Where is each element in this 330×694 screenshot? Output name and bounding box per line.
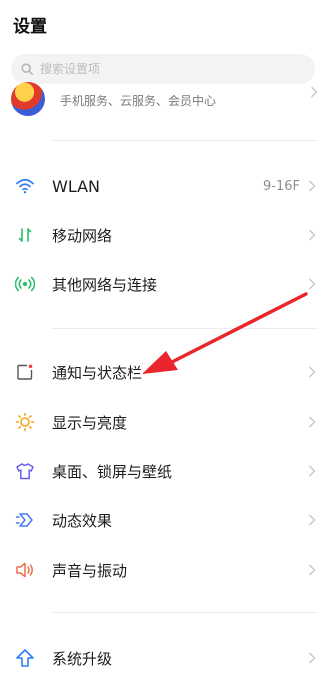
settings-item-label: 声音与振动 bbox=[52, 561, 128, 580]
sound-icon bbox=[14, 559, 36, 581]
search-icon bbox=[21, 63, 34, 76]
settings-item-label: 通知与状态栏 bbox=[52, 363, 143, 382]
settings-item-label: 系统升级 bbox=[52, 649, 113, 668]
settings-item-label: 其他网络与连接 bbox=[52, 275, 158, 294]
settings-item-label: 桌面、锁屏与壁纸 bbox=[52, 462, 173, 481]
settings-item-motion[interactable]: 动态效果 bbox=[0, 498, 330, 542]
motion-effect-icon bbox=[14, 509, 36, 531]
settings-item-wallpaper[interactable]: 桌面、锁屏与壁纸 bbox=[0, 449, 330, 493]
settings-item-label: 移动网络 bbox=[52, 226, 113, 245]
notification-icon bbox=[14, 361, 36, 383]
upgrade-icon bbox=[14, 647, 36, 669]
page-title: 设置 bbox=[13, 17, 47, 37]
brightness-icon bbox=[14, 411, 36, 433]
divider bbox=[52, 140, 318, 141]
wifi-icon bbox=[14, 175, 36, 197]
chevron-right-icon bbox=[309, 514, 316, 526]
search-input[interactable] bbox=[40, 62, 280, 76]
search-bar[interactable] bbox=[11, 54, 315, 84]
settings-item-label: 动态效果 bbox=[52, 511, 113, 530]
chevron-right-icon bbox=[309, 366, 316, 378]
settings-item-upgrade[interactable]: 系统升级 bbox=[0, 636, 330, 680]
chevron-right-icon bbox=[309, 465, 316, 477]
settings-item-display[interactable]: 显示与亮度 bbox=[0, 400, 330, 444]
chevron-right-icon bbox=[309, 229, 316, 241]
account-subtitle: 手机服务、云服务、会员中心 bbox=[60, 94, 217, 108]
settings-item-wlan[interactable]: WLAN 9-16F bbox=[0, 164, 330, 208]
wlan-network-name: 9-16F bbox=[263, 178, 300, 194]
divider bbox=[52, 328, 318, 329]
connection-icon bbox=[14, 273, 36, 295]
avatar bbox=[11, 82, 45, 116]
chevron-right-icon bbox=[311, 86, 318, 98]
account-row[interactable]: 手机服务、云服务、会员中心 bbox=[0, 82, 330, 120]
chevron-right-icon bbox=[309, 416, 316, 428]
mobile-data-icon bbox=[14, 224, 36, 246]
shirt-icon bbox=[14, 460, 36, 482]
chevron-right-icon bbox=[309, 652, 316, 664]
chevron-right-icon bbox=[309, 180, 316, 192]
chevron-right-icon bbox=[309, 278, 316, 290]
settings-item-mobile-network[interactable]: 移动网络 bbox=[0, 213, 330, 257]
divider bbox=[52, 612, 318, 613]
chevron-right-icon bbox=[309, 564, 316, 576]
settings-item-sound[interactable]: 声音与振动 bbox=[0, 548, 330, 592]
settings-item-other-networks[interactable]: 其他网络与连接 bbox=[0, 262, 330, 306]
settings-item-label: WLAN bbox=[52, 176, 101, 196]
settings-item-notification[interactable]: 通知与状态栏 bbox=[0, 350, 330, 394]
settings-item-label: 显示与亮度 bbox=[52, 413, 128, 432]
